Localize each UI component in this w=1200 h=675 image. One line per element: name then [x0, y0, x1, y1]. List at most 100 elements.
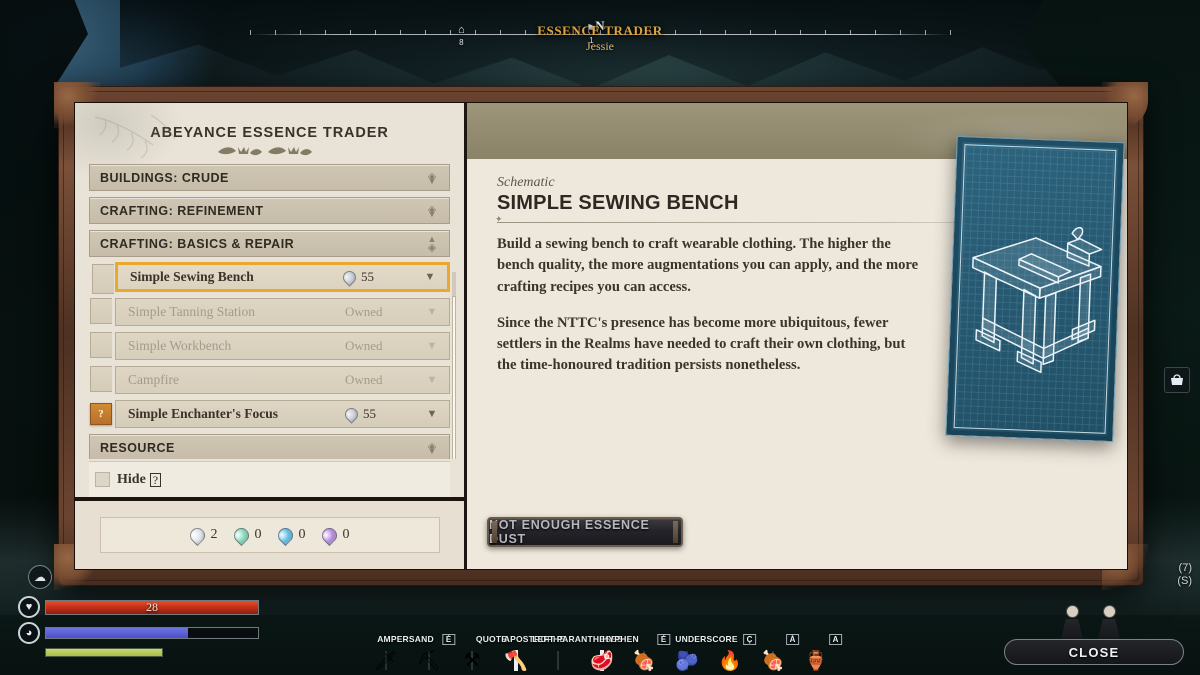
npc-body: [1061, 619, 1083, 639]
food-bar: [45, 648, 163, 657]
chevron-down-icon[interactable]: [425, 307, 439, 318]
row-indent-stub: [90, 298, 112, 325]
floral-divider-icon: [217, 147, 312, 156]
category-label: BUILDINGS: CRUDE: [100, 170, 229, 185]
hotbar-key-label: AMPERSAND: [377, 634, 434, 644]
corner-hint-2: (S): [1177, 575, 1192, 588]
sewing-bench-lineart-icon: [972, 226, 1103, 374]
hotbar-item-slot[interactable]: 🗡: [374, 651, 398, 672]
hide-checkbox[interactable]: [95, 472, 110, 487]
hotbar-item-slot[interactable]: [557, 651, 559, 670]
item-owned-label: Owned: [345, 372, 383, 388]
simple-sewing-bench-blueprint: [945, 135, 1125, 443]
category-row[interactable]: CRAFTING: REFINEMENT: [89, 197, 450, 225]
chevron-down-icon[interactable]: [425, 341, 439, 352]
currency-footer: 2000: [75, 497, 464, 569]
essence-dust-icon: [342, 405, 361, 424]
essence-verdant-icon: [230, 524, 252, 546]
hotbar-item-slot[interactable]: 🥩: [590, 650, 614, 672]
chevron-down-icon[interactable]: [425, 439, 439, 457]
category-label: CRAFTING: REFINEMENT: [100, 203, 264, 218]
row-indent-stub: [90, 332, 112, 359]
currency-amount: 0: [298, 527, 306, 542]
chevron-down-icon[interactable]: [425, 202, 439, 220]
purchase-button-label: NOT ENOUGH ESSENCE DUST: [489, 518, 650, 546]
chevron-down-icon[interactable]: [425, 375, 439, 386]
stamina-bar: [45, 627, 259, 639]
currency-amount: 2: [210, 527, 218, 542]
category-row[interactable]: RESOURCE: [89, 434, 450, 459]
category-row[interactable]: CRAFTING: BASICS & REPAIR: [89, 230, 450, 258]
hotbar-key-label: É: [656, 634, 671, 645]
shop-item-row[interactable]: Simple Tanning Station Owned: [90, 298, 450, 327]
item-name: Simple Enchanter's Focus: [128, 406, 279, 422]
hotbar-item-slot[interactable]: 🪓: [504, 650, 528, 672]
chevron-down-icon[interactable]: [425, 409, 439, 420]
health-row: ♥ 28: [18, 596, 268, 618]
npc-body: [1098, 619, 1120, 639]
category-label: CRAFTING: BASICS & REPAIR: [100, 236, 295, 251]
row-indent-stub: [90, 366, 112, 393]
npc-silhouette: [1096, 605, 1122, 639]
shop-item-row[interactable]: Simple Workbench Owned: [90, 332, 450, 361]
shop-item-row[interactable]: Simple Sewing Bench 55: [92, 262, 450, 295]
hotbar-item-slot[interactable]: 🔥: [718, 651, 742, 672]
category-label: RESOURCE: [100, 440, 175, 455]
corner-hint-1: (7): [1178, 561, 1192, 574]
item-owned-label: Owned: [345, 304, 383, 320]
npc-head: [1102, 605, 1116, 618]
item-name: Simple Tanning Station: [128, 304, 256, 320]
hotbar-item-slot[interactable]: 🍖: [632, 651, 656, 672]
hotbar[interactable]: AMPERSAND🗡É⛏QUOTE⚒APOSTROPHE🪓LEFT PARANT…: [374, 634, 856, 672]
category-row[interactable]: BUILDINGS: CRUDE: [89, 164, 450, 192]
item-owned-label: Owned: [345, 338, 383, 354]
stamina-bar-fill: [46, 628, 189, 638]
currency-amount: 0: [254, 527, 262, 542]
health-bar: 28: [45, 599, 259, 615]
hotbar-item-slot[interactable]: ⚒: [463, 650, 480, 671]
essence-dust-icon: [340, 268, 359, 287]
hide-owned-row[interactable]: Hide ?: [89, 461, 450, 497]
help-icon[interactable]: ?: [149, 472, 162, 487]
inventory-toggle-icon[interactable]: [1164, 367, 1190, 393]
list-scrollbar-thumb[interactable]: [452, 296, 456, 459]
hotbar-key-label: Ç: [742, 634, 757, 645]
item-name: Simple Sewing Bench: [130, 269, 254, 285]
chevron-up-icon[interactable]: [425, 234, 439, 254]
hotbar-item-slot[interactable]: 🫐: [675, 651, 699, 672]
corner-hints: (7) (S): [1177, 562, 1192, 590]
hotbar-slot[interactable]: A🏺: [804, 634, 856, 672]
list-scrollbar-track[interactable]: [452, 272, 456, 459]
item-name: Simple Workbench: [128, 338, 232, 354]
hotbar-key-label: A: [828, 634, 843, 645]
currency-essence-verdant: 0: [230, 524, 262, 546]
chevron-down-icon[interactable]: [423, 272, 437, 283]
shop-item-list[interactable]: BUILDINGS: CRUDE CRAFTING: REFINEMENT CRAF…: [75, 164, 464, 459]
shop-list-panel: ABEYANCE ESSENCE TRADER BUILDINGS: CRUDE…: [75, 103, 467, 569]
title-ornament: [75, 143, 464, 162]
chevron-down-icon[interactable]: [425, 169, 439, 187]
shop-item-row[interactable]: Campfire Owned: [90, 366, 450, 395]
close-button[interactable]: CLOSE: [1004, 639, 1184, 665]
health-value: 28: [146, 599, 158, 614]
npc-head: [1065, 605, 1079, 618]
hotbar-item-slot[interactable]: ⛏: [417, 651, 441, 672]
purchase-button[interactable]: NOT ENOUGH ESSENCE DUST: [487, 517, 683, 547]
description-paragraph: Build a sewing bench to craft wearable c…: [497, 236, 919, 295]
item-cost-value: 55: [361, 269, 374, 285]
item-cost: 55: [342, 405, 407, 424]
stamina-row: ◕: [18, 622, 268, 644]
currency-essence-violet: 0: [318, 524, 350, 546]
trader-name: Jessie: [586, 39, 614, 53]
currency-essence-azure: 0: [274, 524, 306, 546]
hotbar-slot[interactable]: APOSTROPHE🪓: [504, 634, 565, 672]
currency-amount: 0: [342, 527, 350, 542]
window-content: ABEYANCE ESSENCE TRADER BUILDINGS: CRUDE…: [74, 102, 1128, 570]
essence-azure-icon: [274, 524, 296, 546]
hotbar-item-slot[interactable]: 🏺: [804, 651, 828, 672]
shop-item-row[interactable]: ? Simple Enchanter's Focus 55: [90, 400, 450, 429]
tutorial-help-icon[interactable]: ?: [90, 403, 112, 426]
description-paragraph: Since the NTTC's presence has become mor…: [497, 314, 906, 374]
panel-title: ABEYANCE ESSENCE TRADER: [150, 125, 389, 141]
hotbar-item-slot[interactable]: 🍖: [761, 651, 785, 672]
